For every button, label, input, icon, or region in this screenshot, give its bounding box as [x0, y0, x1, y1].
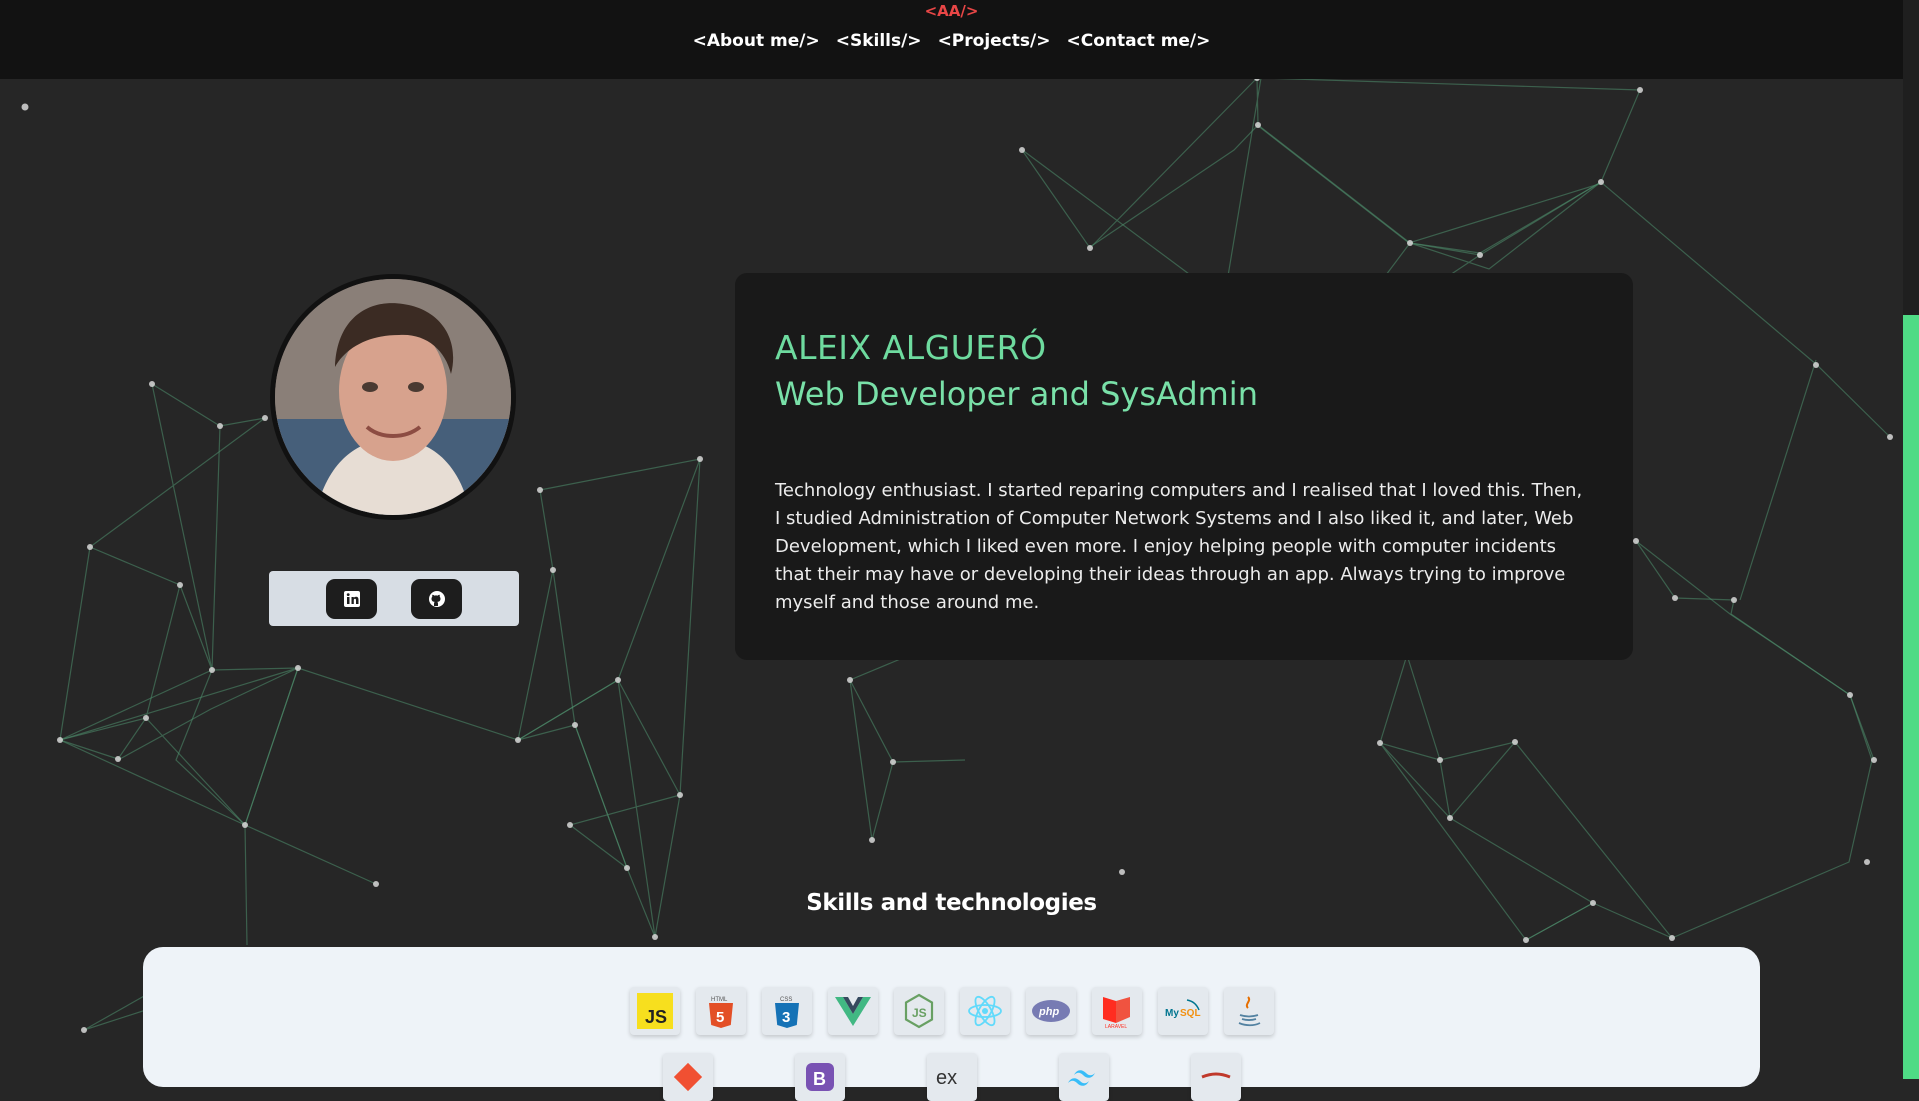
bootstrap-icon: B: [794, 1053, 845, 1101]
profile-avatar: [270, 274, 516, 520]
javascript-icon: JS: [629, 987, 680, 1035]
nav-contact-me[interactable]: <Contact me/>: [1066, 31, 1210, 51]
svg-text:5: 5: [716, 1009, 724, 1026]
svg-text:HTML: HTML: [711, 997, 728, 1003]
svg-text:ex: ex: [936, 1067, 957, 1089]
svg-text:JS: JS: [645, 1007, 667, 1027]
scrollbar-thumb[interactable]: [1903, 315, 1919, 1079]
skills-row: B ex: [143, 1053, 1760, 1101]
svg-text:My: My: [1165, 1008, 1179, 1019]
java-icon: [1223, 987, 1274, 1035]
express-icon: ex: [926, 1053, 977, 1101]
html5-icon: HTML 5: [695, 987, 746, 1035]
svg-text:php: php: [1038, 1006, 1059, 1018]
svg-text:JS: JS: [912, 1006, 927, 1020]
svg-text:CSS: CSS: [780, 997, 792, 1003]
linkedin-button[interactable]: [326, 578, 377, 619]
skills-row: JS HTML 5 CSS 3 JS php LARAVEL My SQL: [143, 987, 1760, 1035]
about-card: ALEIX ALGUERÓ Web Developer and SysAdmin…: [735, 273, 1633, 660]
top-navigation-bar: <AA/> <About me/> <Skills/> <Projects/> …: [0, 0, 1903, 79]
mysql-icon: My SQL: [1157, 987, 1208, 1035]
svg-text:SQL: SQL: [1180, 1008, 1201, 1019]
profile-name: ALEIX ALGUERÓ: [775, 328, 1047, 367]
nav-skills[interactable]: <Skills/>: [836, 31, 922, 51]
skills-panel: JS HTML 5 CSS 3 JS php LARAVEL My SQL B …: [143, 947, 1760, 1101]
brand-logo[interactable]: <AA/>: [0, 2, 1903, 20]
scrollbar-track[interactable]: [1903, 0, 1919, 1079]
react-icon: [959, 987, 1010, 1035]
partial-icon: [1190, 1053, 1241, 1101]
linkedin-icon: [343, 590, 360, 607]
vue-icon: [827, 987, 878, 1035]
svg-text:3: 3: [782, 1009, 790, 1026]
tailwind-icon: [1058, 1053, 1109, 1101]
github-icon: [428, 590, 445, 607]
nav-projects[interactable]: <Projects/>: [938, 31, 1051, 51]
git-icon: [662, 1053, 713, 1101]
main-nav: <About me/> <Skills/> <Projects/> <Conta…: [0, 31, 1903, 51]
profile-role: Web Developer and SysAdmin: [775, 375, 1258, 413]
social-links-bar: [269, 571, 519, 626]
skills-heading: Skills and technologies: [806, 890, 1097, 916]
php-icon: php: [1025, 987, 1076, 1035]
svg-text:LARAVEL: LARAVEL: [1105, 1024, 1127, 1029]
nav-about-me[interactable]: <About me/>: [693, 31, 820, 51]
github-button[interactable]: [411, 578, 462, 619]
svg-text:B: B: [813, 1069, 826, 1089]
nodejs-icon: JS: [893, 987, 944, 1035]
css3-icon: CSS 3: [761, 987, 812, 1035]
profile-bio: Technology enthusiast. I started reparin…: [775, 480, 1583, 613]
laravel-icon: LARAVEL: [1091, 987, 1142, 1035]
